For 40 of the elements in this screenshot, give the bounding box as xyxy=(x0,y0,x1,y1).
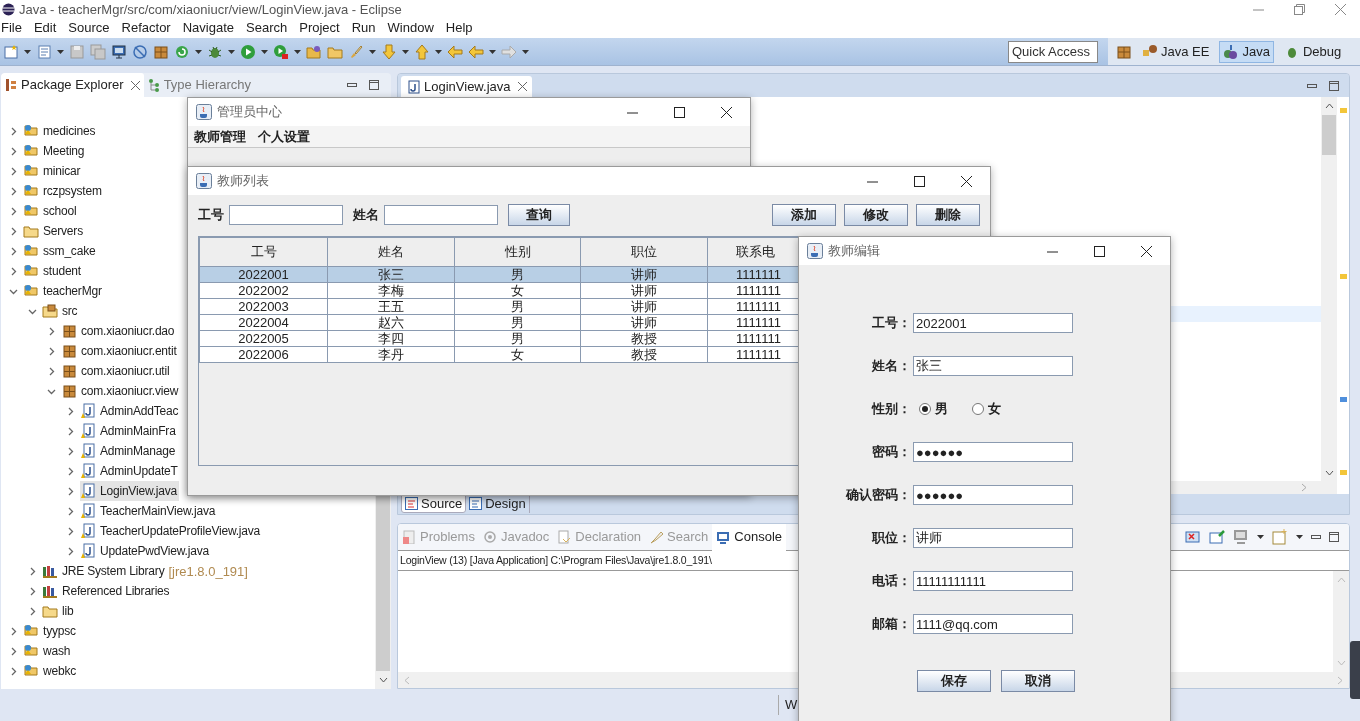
field-label: 性别： xyxy=(870,400,912,419)
tree-item-decoration: [jre1.8.0_191] xyxy=(168,564,248,578)
table-cell: 讲师 xyxy=(580,266,708,283)
table-cell: 讲师 xyxy=(580,282,708,299)
table-cell: 李梅 xyxy=(327,282,455,299)
table-cell: 2022002 xyxy=(199,282,328,299)
table-cell: 2022004 xyxy=(199,314,328,331)
table-cell: 2022006 xyxy=(199,346,328,363)
field-label: 姓名 xyxy=(353,206,379,225)
dialog-title: 教师列表 xyxy=(217,172,269,191)
dialog-title: 管理员中心 xyxy=(217,103,282,122)
table-cell: 男 xyxy=(454,314,581,331)
field-label: 电话： xyxy=(871,572,912,591)
field-label: 邮箱： xyxy=(871,615,912,634)
table-cell: 李四 xyxy=(327,330,455,347)
table-cell: 2022005 xyxy=(199,330,328,347)
window-title: Java - teacherMgr/src/com/xiaoniucr/view/LoginView.java - Eclipse xyxy=(19,2,402,16)
table-cell: 男 xyxy=(454,298,581,315)
field-label: 工号： xyxy=(871,314,912,333)
status-text: W xyxy=(785,695,798,714)
table-cell: 赵六 xyxy=(327,314,455,331)
table-cell: 男 xyxy=(454,330,581,347)
table-cell: 2022001 xyxy=(199,266,328,283)
field-label: 姓名： xyxy=(871,357,912,376)
table-cell: 教授 xyxy=(580,346,708,363)
table-cell: 男 xyxy=(454,266,581,283)
table-cell: 女 xyxy=(454,282,581,299)
field-label: 职位： xyxy=(871,529,912,548)
table-cell: 2022003 xyxy=(199,298,328,315)
table-cell: 讲师 xyxy=(580,298,708,315)
field-label: 密码： xyxy=(871,443,912,462)
table-cell: 王五 xyxy=(327,298,455,315)
table-cell: 女 xyxy=(454,346,581,363)
table-cell: 教授 xyxy=(580,330,708,347)
table-cell: 李丹 xyxy=(327,346,455,363)
field-label: 工号 xyxy=(198,206,224,225)
table-cell: 张三 xyxy=(327,266,455,283)
table-cell: 讲师 xyxy=(580,314,708,331)
field-label: 确认密码： xyxy=(844,486,912,505)
console-header: LoginView (13) [Java Application] C:\Program Files\Java\jre1.8.0_191\ xyxy=(400,552,712,568)
